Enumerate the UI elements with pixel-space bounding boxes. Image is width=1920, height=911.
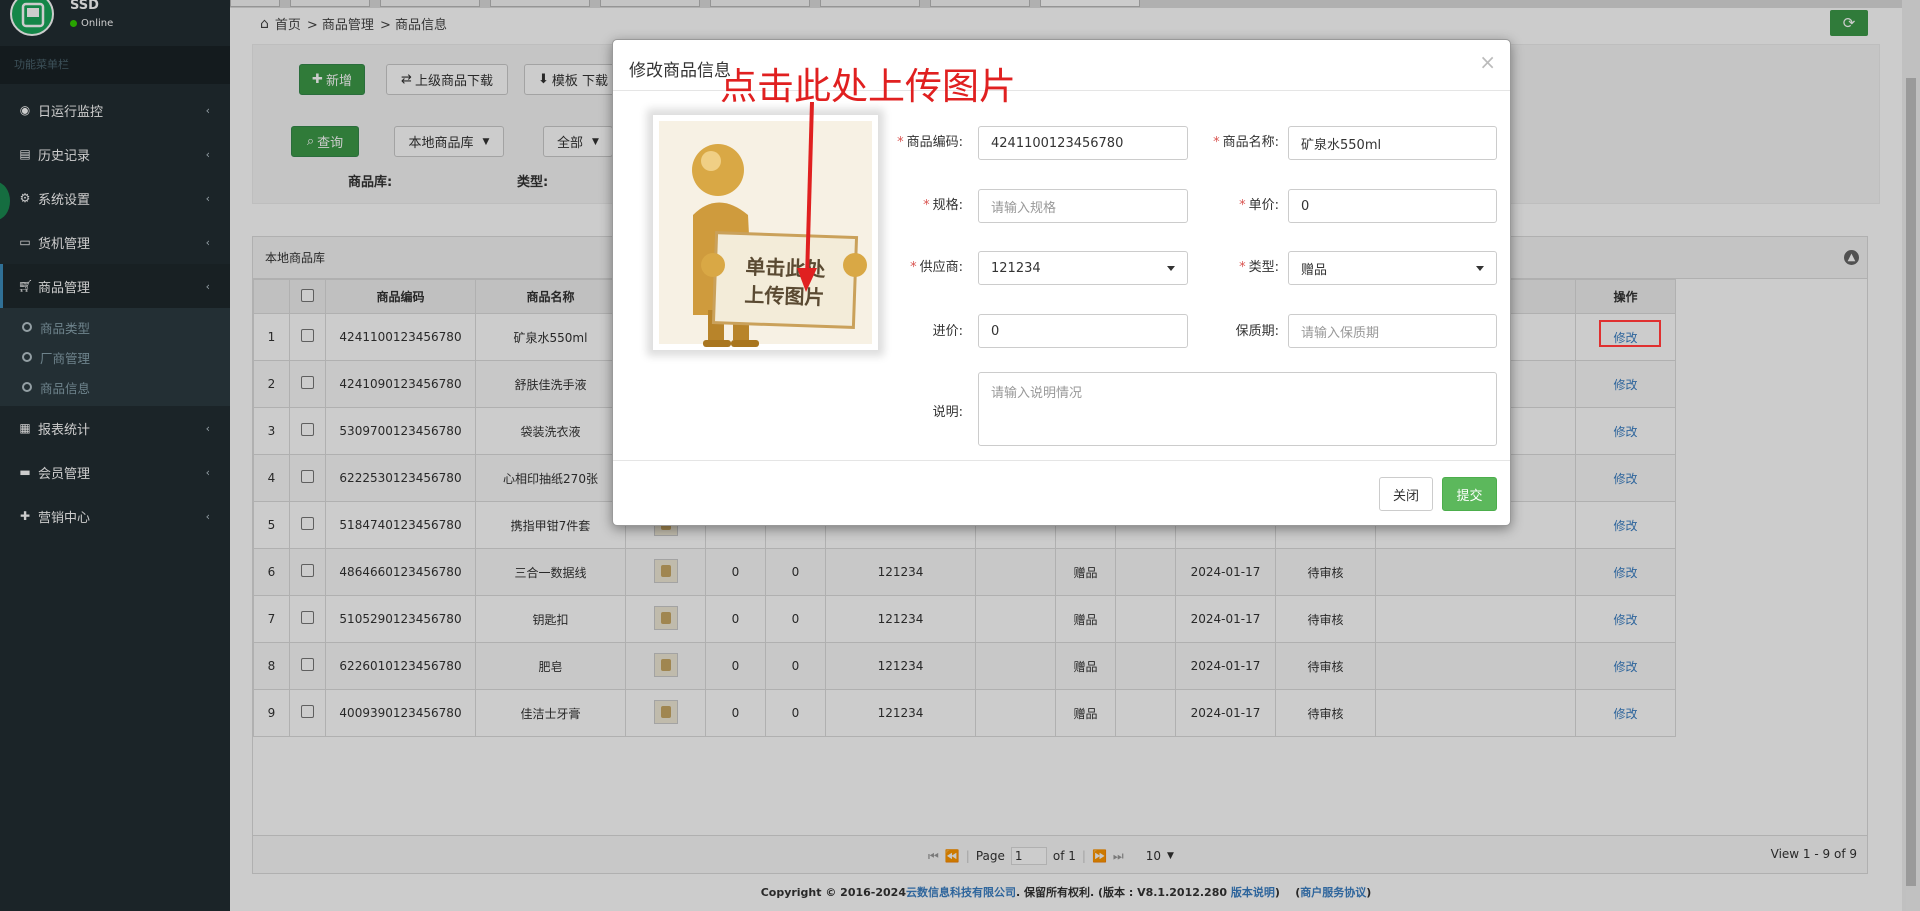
arrow-shaft [805, 101, 814, 279]
arrow-head-icon [797, 268, 817, 292]
annotation-arrow [797, 101, 817, 292]
